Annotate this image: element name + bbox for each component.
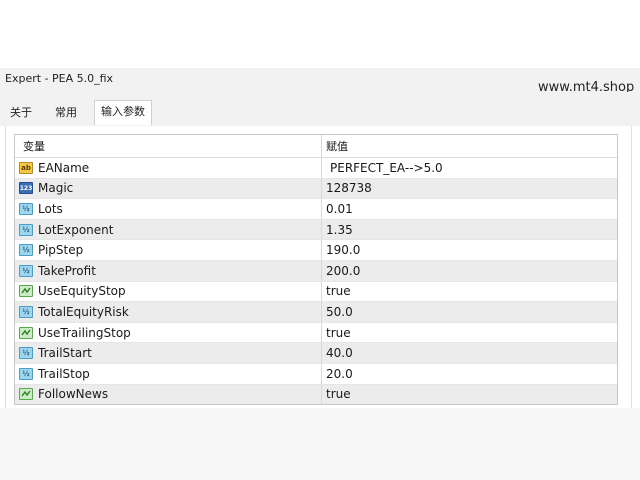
table-row[interactable]: ½ PipStep 190.0 bbox=[15, 240, 617, 261]
table-row[interactable]: ab EAName PERFECT_EA-->5.0 bbox=[15, 158, 617, 179]
bottom-area bbox=[0, 408, 640, 480]
double-icon: ½ bbox=[19, 367, 33, 380]
table-row[interactable]: ½ TotalEquityRisk 50.0 bbox=[15, 302, 617, 323]
integer-icon: 123 bbox=[19, 182, 33, 195]
parameter-value: 0.01 bbox=[326, 201, 353, 216]
double-icon: ½ bbox=[19, 223, 33, 236]
table-header: 变量 赋值 bbox=[15, 135, 617, 158]
parameter-name: EAName bbox=[38, 160, 90, 175]
value-cell[interactable]: 50.0 bbox=[322, 302, 617, 322]
parameter-value: 40.0 bbox=[326, 346, 353, 361]
parameter-name: LotExponent bbox=[38, 222, 114, 237]
value-cell[interactable]: 0.01 bbox=[322, 199, 617, 219]
parameter-value: PERFECT_EA-->5.0 bbox=[330, 160, 443, 175]
variable-cell: UseTrailingStop bbox=[15, 322, 322, 343]
parameter-value: true bbox=[326, 284, 351, 299]
tab-about[interactable]: 关于 bbox=[6, 104, 36, 122]
value-cell[interactable]: true bbox=[322, 323, 617, 343]
parameter-name: TrailStop bbox=[38, 366, 90, 381]
tab-bar: 关于 常用 输入参数 bbox=[0, 92, 640, 126]
bool-icon bbox=[19, 388, 33, 401]
double-icon: ½ bbox=[19, 347, 33, 360]
table-row[interactable]: ½ Lots 0.01 bbox=[15, 199, 617, 220]
variable-cell: ½ TakeProfit bbox=[15, 260, 322, 281]
value-cell[interactable]: true bbox=[322, 282, 617, 302]
table-row[interactable]: UseTrailingStop true bbox=[15, 322, 617, 344]
variable-cell: ab EAName bbox=[15, 158, 322, 178]
table-row[interactable]: UseEquityStop true bbox=[15, 281, 617, 303]
window-title: Expert - PEA 5.0_fix bbox=[5, 72, 114, 85]
variable-cell: ½ LotExponent bbox=[15, 219, 322, 240]
value-cell[interactable]: 40.0 bbox=[322, 343, 617, 363]
double-icon: ½ bbox=[19, 244, 33, 257]
parameters-table: 变量 赋值 ab EAName PERFECT_EA-->5.0 123 Magic 12… bbox=[14, 134, 618, 406]
value-cell[interactable]: true bbox=[322, 385, 617, 405]
value-cell[interactable]: 1.35 bbox=[322, 220, 617, 240]
parameter-name: UseTrailingStop bbox=[38, 325, 131, 340]
parameter-value: 20.0 bbox=[326, 366, 353, 381]
variable-cell: ½ PipStep bbox=[15, 240, 322, 260]
table-row[interactable]: FollowNews true bbox=[15, 384, 617, 405]
double-icon: ½ bbox=[19, 305, 33, 318]
variable-cell: ½ TrailStart bbox=[15, 343, 322, 363]
parameter-name: PipStep bbox=[38, 243, 84, 258]
variable-cell: ½ TotalEquityRisk bbox=[15, 302, 322, 322]
value-cell[interactable]: 128738 bbox=[322, 179, 617, 199]
parameter-value: 1.35 bbox=[326, 222, 353, 237]
parameter-name: TakeProfit bbox=[38, 263, 96, 278]
bool-icon bbox=[19, 326, 33, 339]
parameter-value: true bbox=[326, 325, 351, 340]
variable-cell: 123 Magic bbox=[15, 178, 322, 199]
value-cell[interactable]: 190.0 bbox=[322, 240, 617, 260]
column-header-variable[interactable]: 变量 bbox=[15, 135, 322, 157]
tab-inputs[interactable]: 输入参数 bbox=[94, 100, 152, 125]
double-icon: ½ bbox=[19, 264, 33, 277]
table-row[interactable]: ½ TrailStart 40.0 bbox=[15, 343, 617, 364]
parameter-name: Lots bbox=[38, 201, 63, 216]
value-cell[interactable]: 200.0 bbox=[322, 261, 617, 281]
parameter-name: FollowNews bbox=[38, 387, 109, 402]
tab-common[interactable]: 常用 bbox=[51, 104, 81, 122]
parameter-value: 200.0 bbox=[326, 263, 361, 278]
parameter-name: Magic bbox=[38, 181, 74, 196]
parameter-value: 190.0 bbox=[326, 243, 361, 258]
value-cell[interactable]: PERFECT_EA-->5.0 bbox=[322, 158, 617, 178]
variable-cell: ½ TrailStop bbox=[15, 363, 322, 384]
parameter-value: true bbox=[326, 387, 351, 402]
table-row[interactable]: ½ TrailStop 20.0 bbox=[15, 363, 617, 385]
parameter-value: 128738 bbox=[326, 181, 372, 196]
parameter-name: UseEquityStop bbox=[38, 284, 126, 299]
parameter-name: TotalEquityRisk bbox=[38, 304, 129, 319]
value-cell[interactable]: 20.0 bbox=[322, 364, 617, 384]
table-row[interactable]: 123 Magic 128738 bbox=[15, 178, 617, 200]
double-icon: ½ bbox=[19, 202, 33, 215]
variable-cell: UseEquityStop bbox=[15, 281, 322, 302]
column-header-value[interactable]: 赋值 bbox=[322, 135, 617, 157]
table-row[interactable]: ½ LotExponent 1.35 bbox=[15, 219, 617, 241]
parameter-value: 50.0 bbox=[326, 304, 353, 319]
table-row[interactable]: ½ TakeProfit 200.0 bbox=[15, 260, 617, 282]
parameter-name: TrailStart bbox=[38, 346, 92, 361]
variable-cell: ½ Lots bbox=[15, 199, 322, 219]
variable-cell: FollowNews bbox=[15, 384, 322, 405]
bool-icon bbox=[19, 285, 33, 298]
string-icon: ab bbox=[19, 161, 33, 174]
